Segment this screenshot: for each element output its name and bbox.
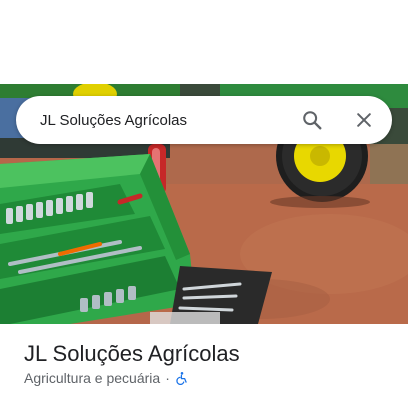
search-bar[interactable]: JL Soluções Agrícolas <box>16 96 392 144</box>
place-category: Agricultura e pecuária <box>24 370 161 386</box>
close-icon <box>357 113 371 127</box>
close-button[interactable] <box>344 100 384 140</box>
place-sheet: JL Soluções Agrícolas JL Soluções Agríco… <box>0 0 408 408</box>
search-button[interactable] <box>292 100 332 140</box>
place-meta: Agricultura e pecuária · <box>24 370 189 386</box>
wheelchair-accessible-icon <box>175 371 189 385</box>
place-title: JL Soluções Agrícolas <box>24 341 240 366</box>
meta-separator: · <box>165 370 170 386</box>
search-input[interactable]: JL Soluções Agrícolas <box>40 112 292 129</box>
search-icon <box>303 111 322 130</box>
